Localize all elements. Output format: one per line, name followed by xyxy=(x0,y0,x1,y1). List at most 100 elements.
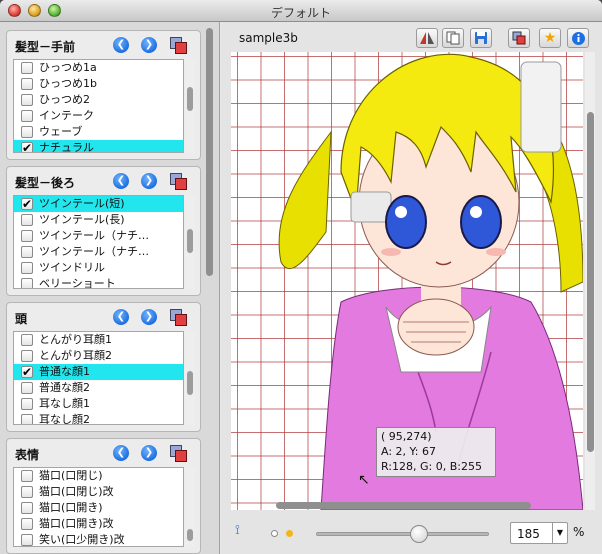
item-checkbox[interactable] xyxy=(21,398,33,410)
previous-item-icon[interactable]: ❮ xyxy=(113,173,129,189)
item-checkbox[interactable] xyxy=(21,350,33,362)
next-item-icon[interactable]: ❯ xyxy=(141,445,157,461)
item-checkbox[interactable] xyxy=(21,470,33,482)
item-checkbox[interactable] xyxy=(21,214,33,226)
item-checkbox[interactable] xyxy=(21,502,33,514)
info-button[interactable] xyxy=(567,28,589,48)
list-item[interactable]: 耳なし顔2 xyxy=(14,412,183,424)
list-item[interactable]: ツインテール(短) xyxy=(14,196,183,212)
list-item[interactable]: ひっつめ1a xyxy=(14,60,183,76)
mouse-pointer-icon: ↖ xyxy=(358,472,370,488)
item-checkbox[interactable] xyxy=(21,278,33,288)
next-item-icon[interactable]: ❯ xyxy=(141,37,157,53)
item-checkbox[interactable] xyxy=(21,196,33,212)
previous-item-icon[interactable]: ❮ xyxy=(113,309,129,325)
layer-order-icon[interactable] xyxy=(170,173,187,190)
background-color-option[interactable] xyxy=(286,530,293,537)
item-label: ひっつめ1b xyxy=(39,77,97,90)
list-scroll-thumb[interactable] xyxy=(187,87,193,111)
list-item[interactable]: 猫口(口開き)改 xyxy=(14,516,183,532)
panel-title: 髪型－手前 xyxy=(15,40,76,54)
list-item[interactable]: 普通な顔2 xyxy=(14,380,183,396)
character-canvas[interactable]: ( 95,274) A: 2, Y: 67 R:128, G: 0, B:255… xyxy=(231,52,583,510)
canvas-vertical-scrollbar[interactable] xyxy=(585,52,595,510)
layer-order-icon[interactable] xyxy=(170,37,187,54)
list-item[interactable]: 普通な顔1 xyxy=(14,364,183,380)
item-checkbox[interactable] xyxy=(21,126,33,138)
background-white-option[interactable] xyxy=(271,530,278,537)
zoom-unit-label: % xyxy=(573,525,585,539)
item-checkbox[interactable] xyxy=(21,518,33,530)
list-item[interactable]: ナチュラル xyxy=(14,140,183,152)
item-label: 笑い(口少開き)改 xyxy=(39,533,125,546)
zoom-dropdown-arrow-icon[interactable]: ▼ xyxy=(552,523,567,543)
item-checkbox[interactable] xyxy=(21,246,33,258)
item-checkbox[interactable] xyxy=(21,334,33,346)
list-item[interactable]: ツインテール(長) xyxy=(14,212,183,228)
zoom-bar: ⟟ 185 ▼ % xyxy=(221,515,602,554)
sidebar-scroll-thumb[interactable] xyxy=(206,28,213,276)
canvas-horizontal-scroll-thumb[interactable] xyxy=(276,502,531,509)
item-checkbox[interactable] xyxy=(21,62,33,74)
item-checkbox[interactable] xyxy=(21,230,33,242)
previous-item-icon[interactable]: ❮ xyxy=(113,445,129,461)
list-item[interactable]: ツインテール（ナチ… xyxy=(14,244,183,260)
zoom-combobox[interactable]: 185 ▼ xyxy=(510,522,568,544)
list-item[interactable]: 猫口(口開き) xyxy=(14,500,183,516)
list-scrollbar[interactable] xyxy=(185,467,195,547)
eyedropper-icon[interactable]: ⟟ xyxy=(235,523,240,538)
window-title: デフォルト xyxy=(270,6,331,20)
canvas-vertical-scroll-thumb[interactable] xyxy=(587,112,594,452)
list-item[interactable]: とんがり耳顔2 xyxy=(14,348,183,364)
save-button[interactable] xyxy=(470,28,492,48)
list-item[interactable]: 猫口(口閉じ) xyxy=(14,468,183,484)
zoom-slider-knob[interactable] xyxy=(410,525,428,543)
list-item[interactable]: ツインテール（ナチ… xyxy=(14,228,183,244)
item-checkbox[interactable] xyxy=(21,94,33,106)
list-scroll-thumb[interactable] xyxy=(187,371,193,395)
flip-horizontal-button[interactable] xyxy=(416,28,438,48)
copy-button[interactable] xyxy=(442,28,464,48)
save-icon xyxy=(475,32,487,44)
list-item[interactable]: 猫口(口閉じ)改 xyxy=(14,484,183,500)
item-label: ウェーブ xyxy=(39,125,83,138)
favorite-button[interactable]: ★ xyxy=(539,28,561,48)
canvas-horizontal-scrollbar[interactable] xyxy=(231,500,583,510)
item-label: ツインテール（ナチ… xyxy=(39,245,149,258)
item-checkbox[interactable] xyxy=(21,78,33,90)
list-item[interactable]: ウェーブ xyxy=(14,124,183,140)
item-checkbox[interactable] xyxy=(21,382,33,394)
document-name: sample3b xyxy=(239,31,298,45)
list-item[interactable]: 笑い(口少開き)改 xyxy=(14,532,183,546)
next-item-icon[interactable]: ❯ xyxy=(141,173,157,189)
layer-order-icon[interactable] xyxy=(170,445,187,462)
list-item[interactable]: 耳なし顔1 xyxy=(14,396,183,412)
list-item[interactable]: ひっつめ1b xyxy=(14,76,183,92)
previous-item-icon[interactable]: ❮ xyxy=(113,37,129,53)
list-item[interactable]: インテーク xyxy=(14,108,183,124)
list-scrollbar[interactable] xyxy=(185,331,195,425)
list-item[interactable]: ひっつめ2 xyxy=(14,92,183,108)
list-scroll-thumb[interactable] xyxy=(187,529,193,541)
parts-sidebar: 髪型－手前❮❯ひっつめ1aひっつめ1bひっつめ2インテークウェーブナチュラル髪型… xyxy=(0,22,220,554)
list-item[interactable]: とんがり耳顔1 xyxy=(14,332,183,348)
sidebar-scrollbar[interactable] xyxy=(204,28,214,548)
layers-button[interactable] xyxy=(508,28,530,48)
item-checkbox[interactable] xyxy=(21,110,33,122)
zoom-slider-track[interactable] xyxy=(316,532,489,536)
item-checkbox[interactable] xyxy=(21,262,33,274)
parts-list: ひっつめ1a ひっつめ1b ひっつめ2 インテークウェーブナチュラル xyxy=(13,59,184,153)
item-checkbox[interactable] xyxy=(21,534,33,546)
item-checkbox[interactable] xyxy=(21,486,33,498)
list-scrollbar[interactable] xyxy=(185,59,195,153)
list-item[interactable]: ツインドリル xyxy=(14,260,183,276)
list-scroll-thumb[interactable] xyxy=(187,229,193,253)
list-item[interactable]: ベリーショート xyxy=(14,276,183,288)
item-checkbox[interactable] xyxy=(21,364,33,380)
item-checkbox[interactable] xyxy=(21,140,33,152)
layer-order-icon[interactable] xyxy=(170,309,187,326)
item-label: とんがり耳顔2 xyxy=(39,349,112,362)
item-checkbox[interactable] xyxy=(21,414,33,424)
list-scrollbar[interactable] xyxy=(185,195,195,289)
next-item-icon[interactable]: ❯ xyxy=(141,309,157,325)
